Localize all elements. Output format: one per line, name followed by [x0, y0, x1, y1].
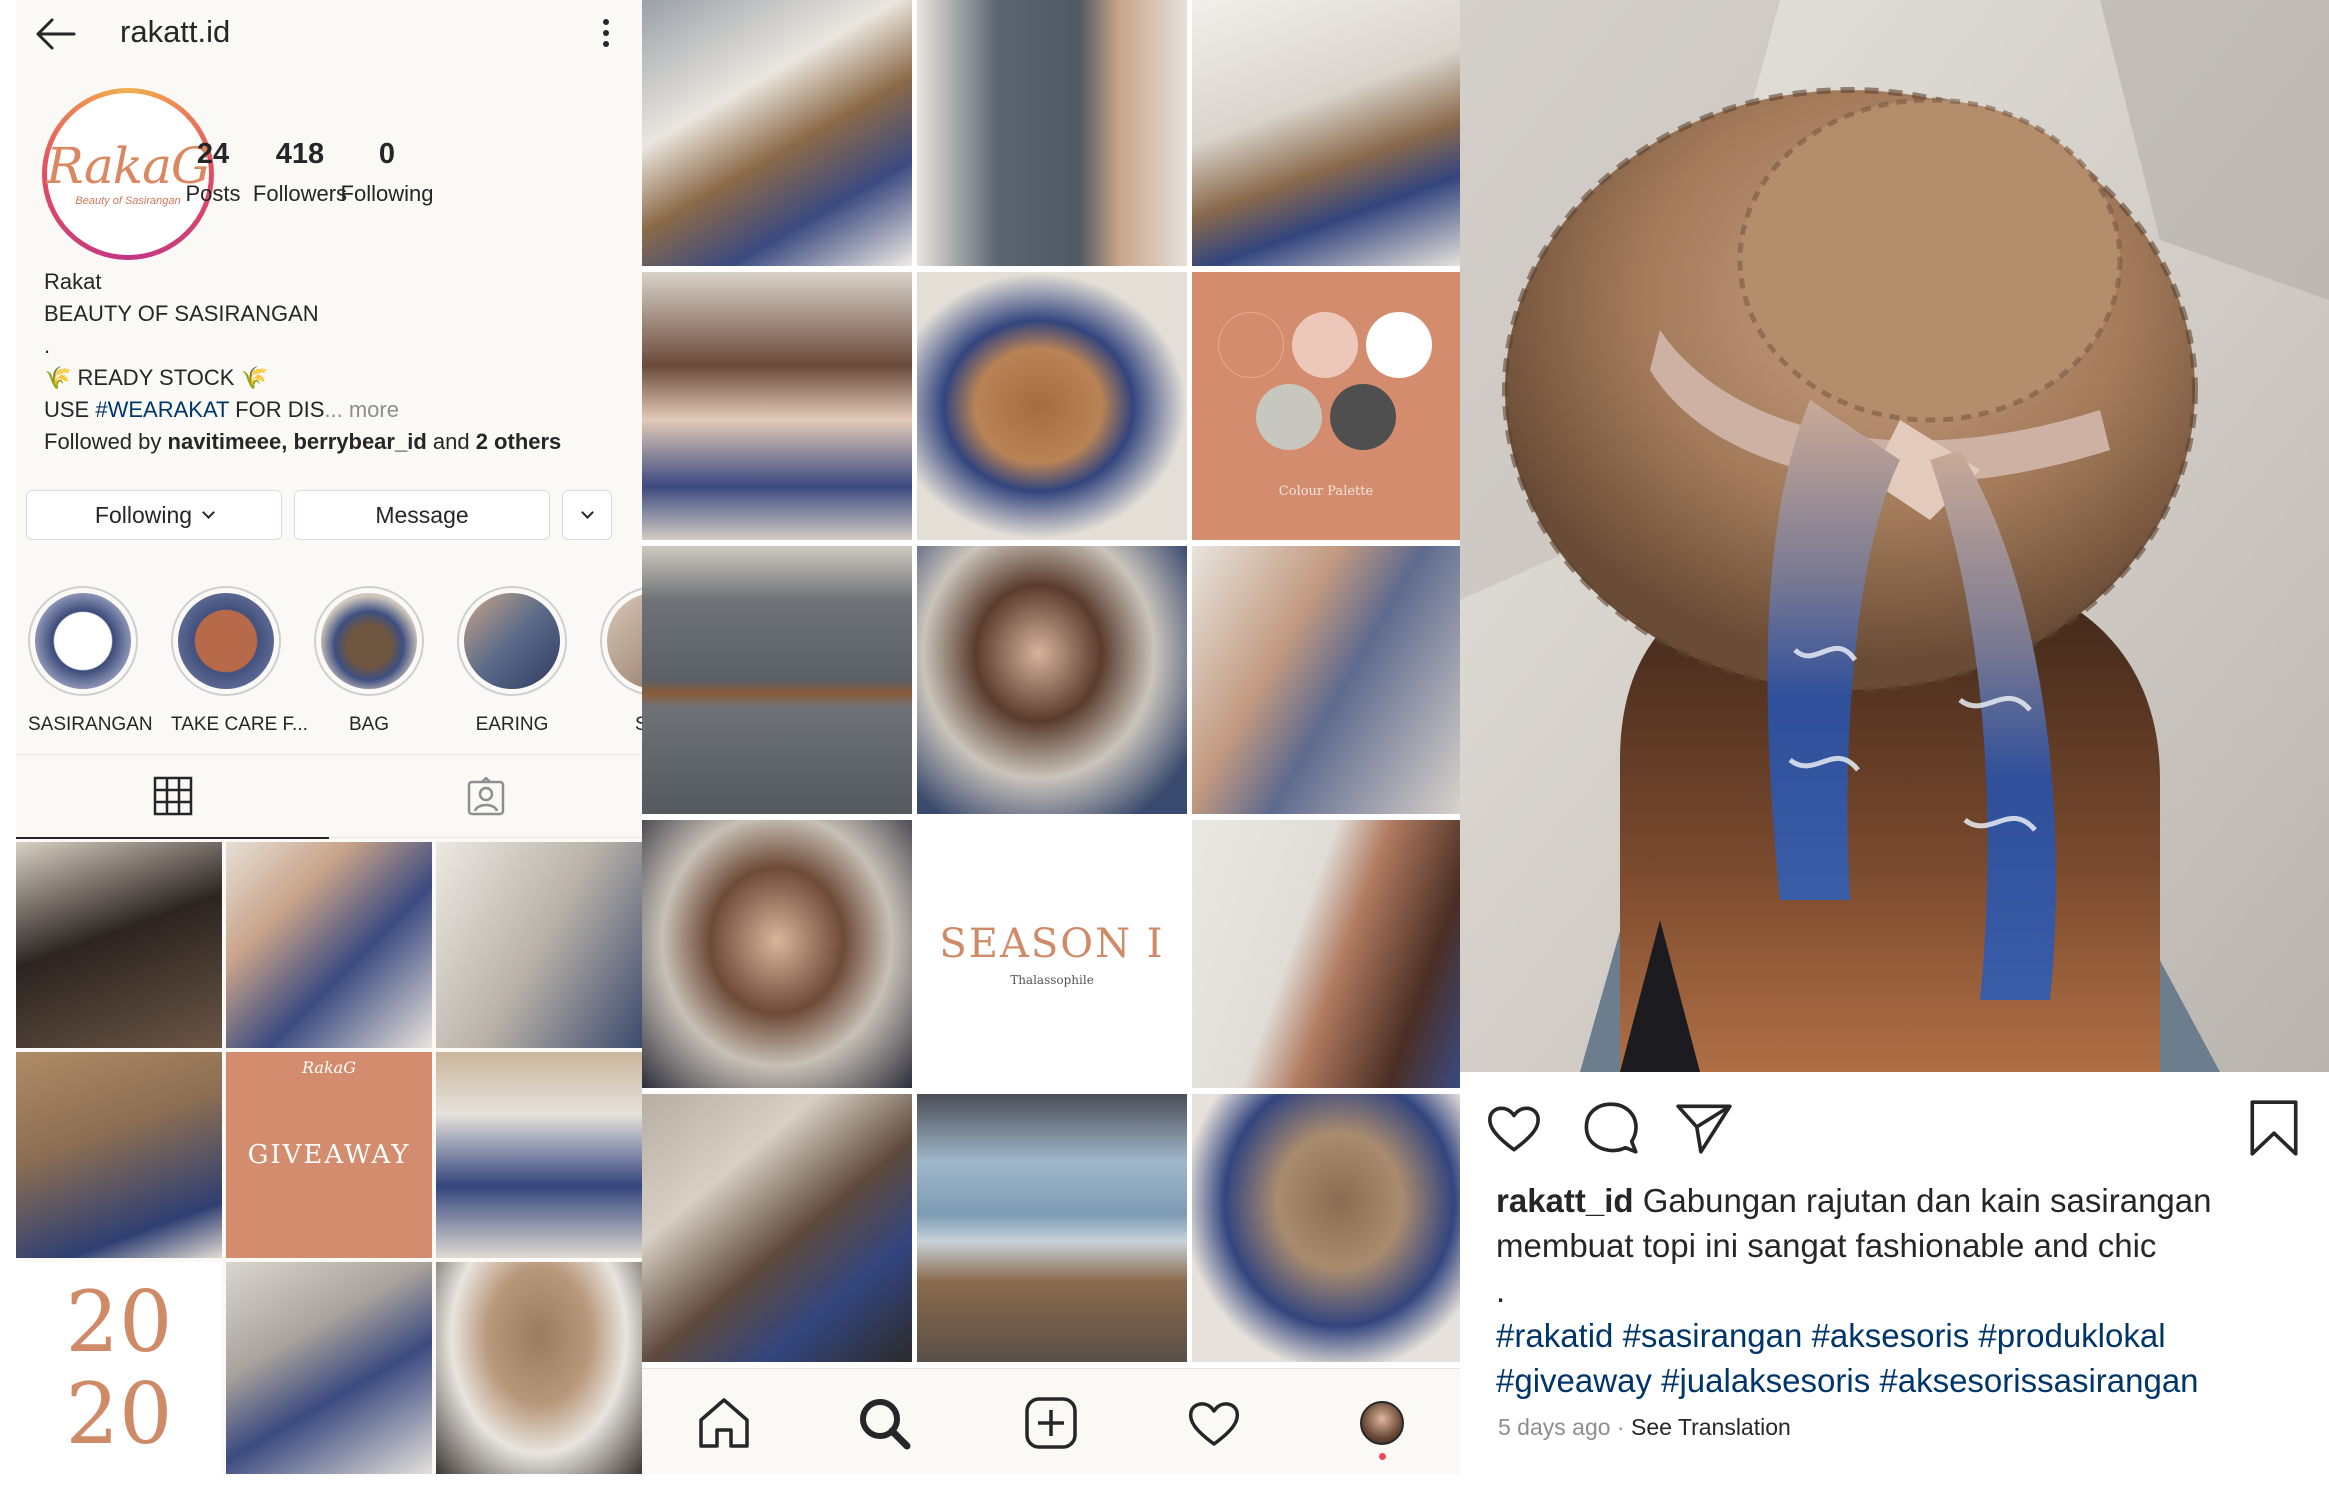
- like-button[interactable]: [1480, 1094, 1548, 1162]
- comment-bubble-icon: [1584, 1102, 1638, 1154]
- comment-button[interactable]: [1578, 1094, 1646, 1162]
- bio-hashtag-line: USE #WEARAKAT FOR DIS... more: [44, 397, 399, 422]
- explore-tile[interactable]: [917, 1094, 1187, 1362]
- palette-swatch: [1366, 312, 1432, 378]
- explore-tile[interactable]: [1192, 1094, 1460, 1362]
- nav-new-post[interactable]: [1019, 1391, 1083, 1455]
- tagged-person-icon: [467, 777, 504, 816]
- tab-tagged[interactable]: [329, 755, 642, 839]
- highlight-take-care[interactable]: TAKE CARE F...: [171, 586, 308, 736]
- profile-post-tile[interactable]: [436, 842, 642, 1048]
- bio-dot: .: [44, 333, 51, 358]
- explore-tile[interactable]: [917, 0, 1187, 266]
- paper-plane-icon: [1676, 1104, 1732, 1154]
- year-2020-text: 20 20: [65, 1273, 173, 1463]
- post-hashtags[interactable]: #rakatid #sasirangan #aksesoris #produkl…: [1496, 1313, 2296, 1403]
- bio-more-link[interactable]: ... more: [324, 397, 399, 422]
- heart-icon: [1488, 1106, 1540, 1152]
- palette-swatch: [1256, 384, 1322, 450]
- nav-search[interactable]: [852, 1391, 916, 1455]
- explore-screen: Colour Palette SEASON I Thalassophile: [642, 0, 1460, 1474]
- highlight-earing[interactable]: EARING: [457, 586, 567, 736]
- activity-heart-icon: [1188, 1402, 1240, 1446]
- colour-palette-tile[interactable]: Colour Palette: [1192, 272, 1460, 540]
- following-stat[interactable]: 0 Following: [322, 138, 452, 207]
- explore-tile[interactable]: [1192, 546, 1460, 814]
- suggested-accounts-button[interactable]: [562, 490, 612, 540]
- giveaway-post-tile[interactable]: RakaG GIVEAWAY: [226, 1052, 432, 1258]
- bottom-nav-bar: [642, 1368, 1460, 1474]
- bookmark-icon: [2250, 1100, 2298, 1156]
- notification-dot: [1379, 1453, 1386, 1460]
- save-button[interactable]: [2240, 1094, 2308, 1162]
- message-button[interactable]: Message: [294, 490, 550, 540]
- screenshot-collage: rakatt.id RakaG Beauty of Sasirangan 24 …: [0, 0, 2329, 1489]
- caption-dot: .: [1496, 1272, 1506, 1309]
- profile-top-bar: rakatt.id: [16, 0, 642, 66]
- explore-tile[interactable]: [642, 820, 912, 1088]
- explore-tile[interactable]: [642, 0, 912, 266]
- explore-tile[interactable]: [1192, 0, 1460, 266]
- explore-tile[interactable]: [642, 546, 912, 814]
- hat-scarf-photo: [1460, 0, 2329, 1072]
- chevron-down-icon: [202, 505, 215, 519]
- season-title: SEASON I: [939, 921, 1165, 967]
- followed-by-line[interactable]: Followed by navitimeee, berrybear_id and…: [44, 426, 634, 458]
- nav-activity[interactable]: [1182, 1391, 1246, 1455]
- explore-tile[interactable]: [917, 272, 1187, 540]
- profile-screen: rakatt.id RakaG Beauty of Sasirangan 24 …: [16, 0, 642, 1474]
- palette-swatch: [1292, 312, 1358, 378]
- explore-tile[interactable]: [642, 1094, 912, 1362]
- explore-tile[interactable]: [642, 272, 912, 540]
- profile-display-name: Rakat: [44, 269, 102, 294]
- year-2020-post-tile[interactable]: 20 20: [16, 1262, 222, 1474]
- following-button[interactable]: Following: [26, 490, 282, 540]
- profile-post-tile[interactable]: [16, 842, 222, 1048]
- post-photo[interactable]: [1460, 0, 2329, 1072]
- nav-home[interactable]: [692, 1391, 756, 1455]
- nav-profile[interactable]: [1350, 1391, 1414, 1460]
- highlight-scr[interactable]: SCR: [600, 586, 642, 736]
- add-post-icon: [1025, 1397, 1077, 1449]
- post-actions-bar: [1460, 1072, 2329, 1182]
- back-arrow-icon[interactable]: [34, 14, 78, 54]
- meta-separator: ·: [1610, 1414, 1631, 1440]
- grid-icon: [153, 776, 192, 816]
- post-caption: rakatt_id Gabungan rajutan dan kain sasi…: [1496, 1178, 2296, 1403]
- profile-bio: Rakat BEAUTY OF SASIRANGAN . 🌾 READY STO…: [44, 266, 634, 458]
- highlight-bag[interactable]: BAG: [314, 586, 424, 736]
- see-translation-link[interactable]: See Translation: [1631, 1414, 1791, 1440]
- giveaway-text: GIVEAWAY: [247, 1140, 411, 1170]
- season-one-tile[interactable]: SEASON I Thalassophile: [917, 820, 1187, 1088]
- profile-post-tile[interactable]: [226, 1262, 432, 1474]
- profile-post-tile[interactable]: [436, 1262, 642, 1474]
- tab-grid[interactable]: [16, 755, 329, 839]
- post-timestamp: 5 days ago: [1498, 1414, 1611, 1440]
- profile-avatar: [1360, 1401, 1404, 1445]
- highlight-sasirangan[interactable]: SASIRANGAN: [28, 586, 153, 736]
- season-subtitle: Thalassophile: [1010, 973, 1094, 987]
- bio-hashtag-link[interactable]: #WEARAKAT: [95, 397, 229, 422]
- share-button[interactable]: [1670, 1094, 1738, 1162]
- search-icon: [860, 1399, 911, 1450]
- profile-post-tile[interactable]: [436, 1052, 642, 1258]
- profile-tabs: [16, 754, 642, 839]
- home-icon: [699, 1398, 749, 1448]
- palette-swatch: [1218, 312, 1284, 378]
- profile-post-tile[interactable]: [226, 842, 432, 1048]
- post-meta: 5 days ago · See Translation: [1498, 1414, 1791, 1441]
- colour-palette-caption: Colour Palette: [1278, 484, 1374, 499]
- more-options-icon[interactable]: [598, 16, 614, 52]
- post-screen: rakatt_id Gabungan rajutan dan kain sasi…: [1460, 0, 2329, 1474]
- chevron-down-icon: [580, 505, 594, 519]
- explore-tile[interactable]: [917, 546, 1187, 814]
- explore-tile[interactable]: [1192, 820, 1460, 1088]
- post-author-username[interactable]: rakatt_id: [1496, 1182, 1634, 1219]
- palette-swatch: [1330, 384, 1396, 450]
- bio-tagline: BEAUTY OF SASIRANGAN: [44, 301, 319, 326]
- profile-post-tile[interactable]: [16, 1052, 222, 1258]
- profile-username: rakatt.id: [120, 14, 231, 49]
- giveaway-logo: RakaG: [302, 1058, 356, 1077]
- bio-ready-stock: 🌾 READY STOCK 🌾: [44, 365, 268, 390]
